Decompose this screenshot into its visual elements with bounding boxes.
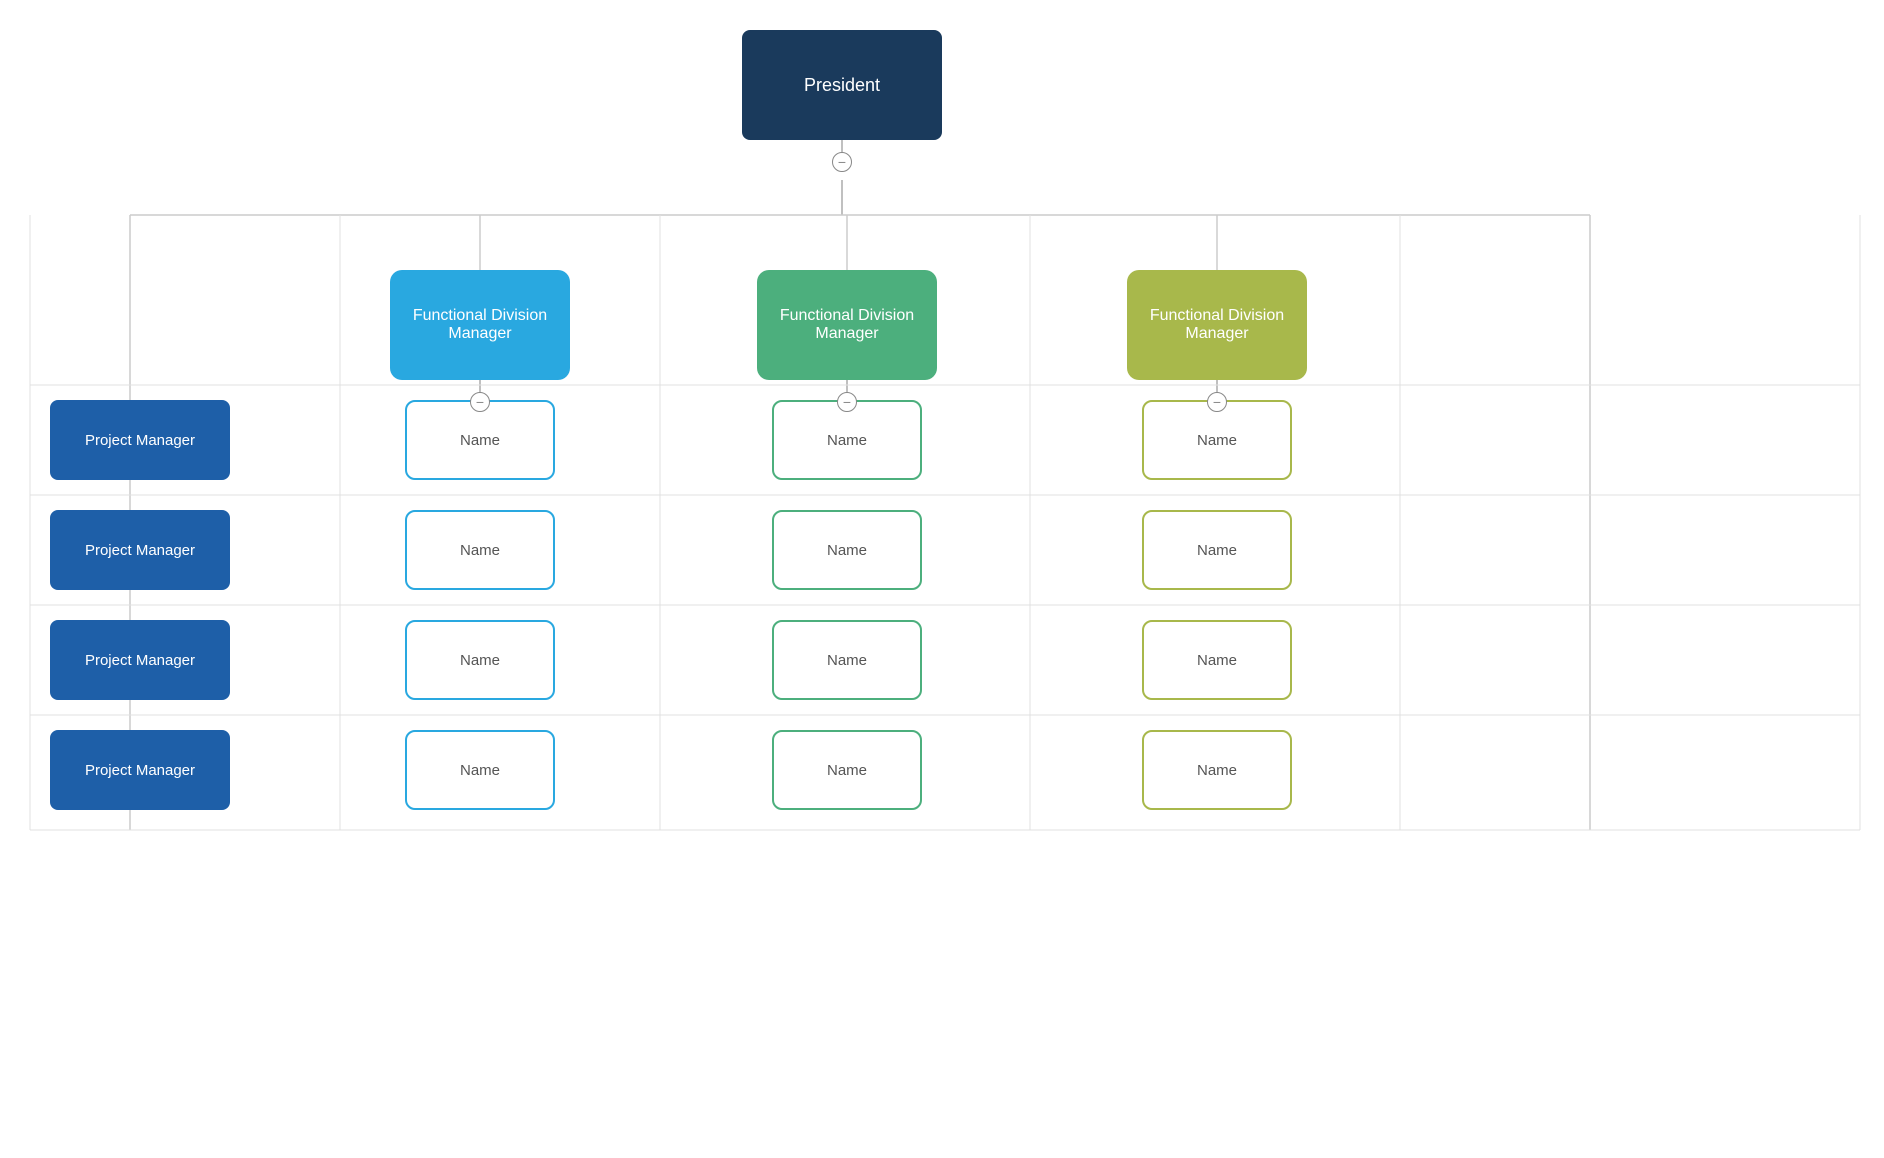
fdm-label-2: Functional DivisionManager (780, 307, 914, 343)
name-label-b1: Name (460, 432, 500, 449)
fdm-label-1: Functional DivisionManager (413, 307, 547, 343)
pm-node-3[interactable]: Project Manager (50, 620, 230, 700)
fdm-node-2[interactable]: Functional DivisionManager (757, 270, 937, 380)
name-label-g2: Name (827, 542, 867, 559)
pm-label-3: Project Manager (85, 652, 195, 669)
name-label-g3: Name (827, 652, 867, 669)
fdm-node-1[interactable]: Functional DivisionManager (390, 270, 570, 380)
fdm2-connector-circle[interactable]: − (837, 392, 857, 412)
fdm1-connector-circle[interactable]: − (470, 392, 490, 412)
org-chart: President − Functional DivisionManager −… (0, 0, 1884, 1158)
name-label-o3: Name (1197, 652, 1237, 669)
minus-icon-4: − (1213, 394, 1221, 410)
president-node[interactable]: President (742, 30, 942, 140)
pm-label-1: Project Manager (85, 432, 195, 449)
name-box-olive-3[interactable]: Name (1142, 620, 1292, 700)
fdm-node-3[interactable]: Functional DivisionManager (1127, 270, 1307, 380)
name-label-o4: Name (1197, 762, 1237, 779)
name-label-b4: Name (460, 762, 500, 779)
connector-lines (0, 0, 1884, 1158)
name-box-green-3[interactable]: Name (772, 620, 922, 700)
name-label-o2: Name (1197, 542, 1237, 559)
president-connector-circle[interactable]: − (832, 152, 852, 172)
name-box-olive-1[interactable]: Name (1142, 400, 1292, 480)
name-box-blue-3[interactable]: Name (405, 620, 555, 700)
pm-node-2[interactable]: Project Manager (50, 510, 230, 590)
minus-icon-3: − (843, 394, 851, 410)
name-box-blue-1[interactable]: Name (405, 400, 555, 480)
name-label-g1: Name (827, 432, 867, 449)
name-box-olive-2[interactable]: Name (1142, 510, 1292, 590)
pm-node-1[interactable]: Project Manager (50, 400, 230, 480)
name-label-b2: Name (460, 542, 500, 559)
name-box-olive-4[interactable]: Name (1142, 730, 1292, 810)
name-box-green-4[interactable]: Name (772, 730, 922, 810)
name-label-o1: Name (1197, 432, 1237, 449)
pm-node-4[interactable]: Project Manager (50, 730, 230, 810)
fdm-label-3: Functional DivisionManager (1150, 307, 1284, 343)
fdm3-connector-circle[interactable]: − (1207, 392, 1227, 412)
pm-label-4: Project Manager (85, 762, 195, 779)
minus-icon: − (838, 154, 846, 170)
name-box-blue-4[interactable]: Name (405, 730, 555, 810)
name-label-g4: Name (827, 762, 867, 779)
name-label-b3: Name (460, 652, 500, 669)
name-box-green-2[interactable]: Name (772, 510, 922, 590)
pm-label-2: Project Manager (85, 542, 195, 559)
name-box-green-1[interactable]: Name (772, 400, 922, 480)
president-label: President (804, 75, 880, 96)
minus-icon-2: − (476, 394, 484, 410)
name-box-blue-2[interactable]: Name (405, 510, 555, 590)
